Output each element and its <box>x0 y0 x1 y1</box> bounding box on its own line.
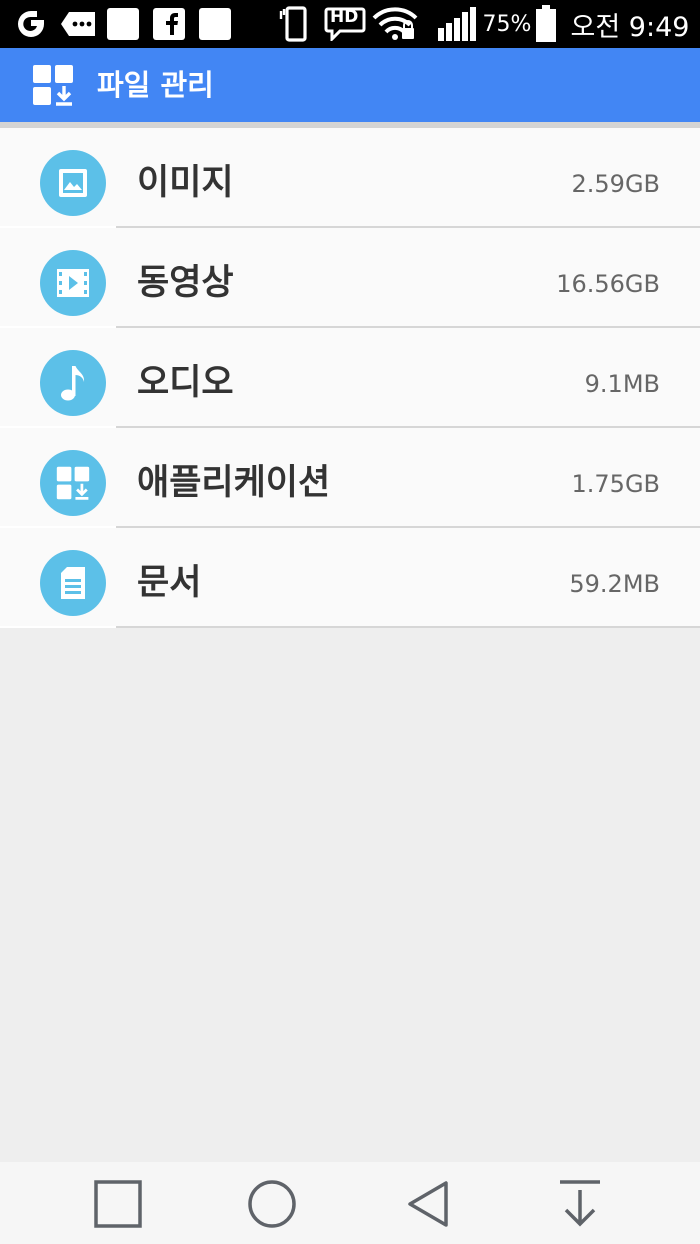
navigation-bar <box>0 1162 700 1244</box>
application-icon <box>40 450 106 516</box>
image-icon <box>40 150 106 216</box>
carrier-icon <box>14 0 48 48</box>
signal-icon <box>436 0 480 48</box>
category-item-video[interactable]: 동영상 16.56GB <box>0 228 700 328</box>
category-list: 이미지 2.59GB 동영상 16.56GB 오디오 9.1MB 애플리케이션 … <box>0 128 700 628</box>
category-size: 59.2MB <box>569 570 660 598</box>
hd-label: HD <box>330 7 359 27</box>
app-bar: 파일 관리 <box>0 48 700 122</box>
video-icon <box>40 250 106 316</box>
notification-icon <box>106 0 140 48</box>
app-title: 파일 관리 <box>97 68 214 102</box>
hd-voice-icon: HD <box>324 0 366 48</box>
category-label: 애플리케이션 <box>137 463 331 503</box>
category-size: 2.59GB <box>571 170 661 198</box>
category-size: 1.75GB <box>571 470 661 498</box>
notification-pull-button[interactable] <box>554 1178 606 1230</box>
notification-icon <box>198 0 232 48</box>
category-item-audio[interactable]: 오디오 9.1MB <box>0 328 700 428</box>
audio-icon <box>40 350 106 416</box>
arrow-down-icon <box>560 1180 600 1227</box>
battery-icon <box>534 0 558 48</box>
home-button[interactable] <box>246 1178 298 1230</box>
facebook-icon <box>152 0 186 48</box>
category-item-document[interactable]: 문서 59.2MB <box>0 528 700 628</box>
category-label: 문서 <box>137 563 202 603</box>
category-size: 16.56GB <box>556 270 660 298</box>
wifi-icon <box>372 0 418 48</box>
status-bar: HD 75% 오전 9:49 <box>0 0 700 48</box>
message-icon <box>58 0 98 48</box>
list-divider <box>116 626 700 628</box>
category-label: 이미지 <box>137 163 234 203</box>
category-label: 동영상 <box>137 263 234 303</box>
back-button[interactable] <box>402 1178 454 1230</box>
category-item-image[interactable]: 이미지 2.59GB <box>0 128 700 228</box>
file-manager-icon <box>32 64 74 106</box>
battery-percent: 75% <box>482 11 532 37</box>
document-icon <box>40 550 106 616</box>
home-icon <box>248 1180 296 1228</box>
back-icon <box>408 1181 448 1227</box>
category-item-application[interactable]: 애플리케이션 1.75GB <box>0 428 700 528</box>
category-size: 9.1MB <box>584 370 660 398</box>
status-time: 오전 9:49 <box>570 11 690 43</box>
recents-button[interactable] <box>92 1178 144 1230</box>
vibrate-icon <box>276 0 314 48</box>
recents-icon <box>94 1180 142 1228</box>
category-label: 오디오 <box>137 363 234 403</box>
